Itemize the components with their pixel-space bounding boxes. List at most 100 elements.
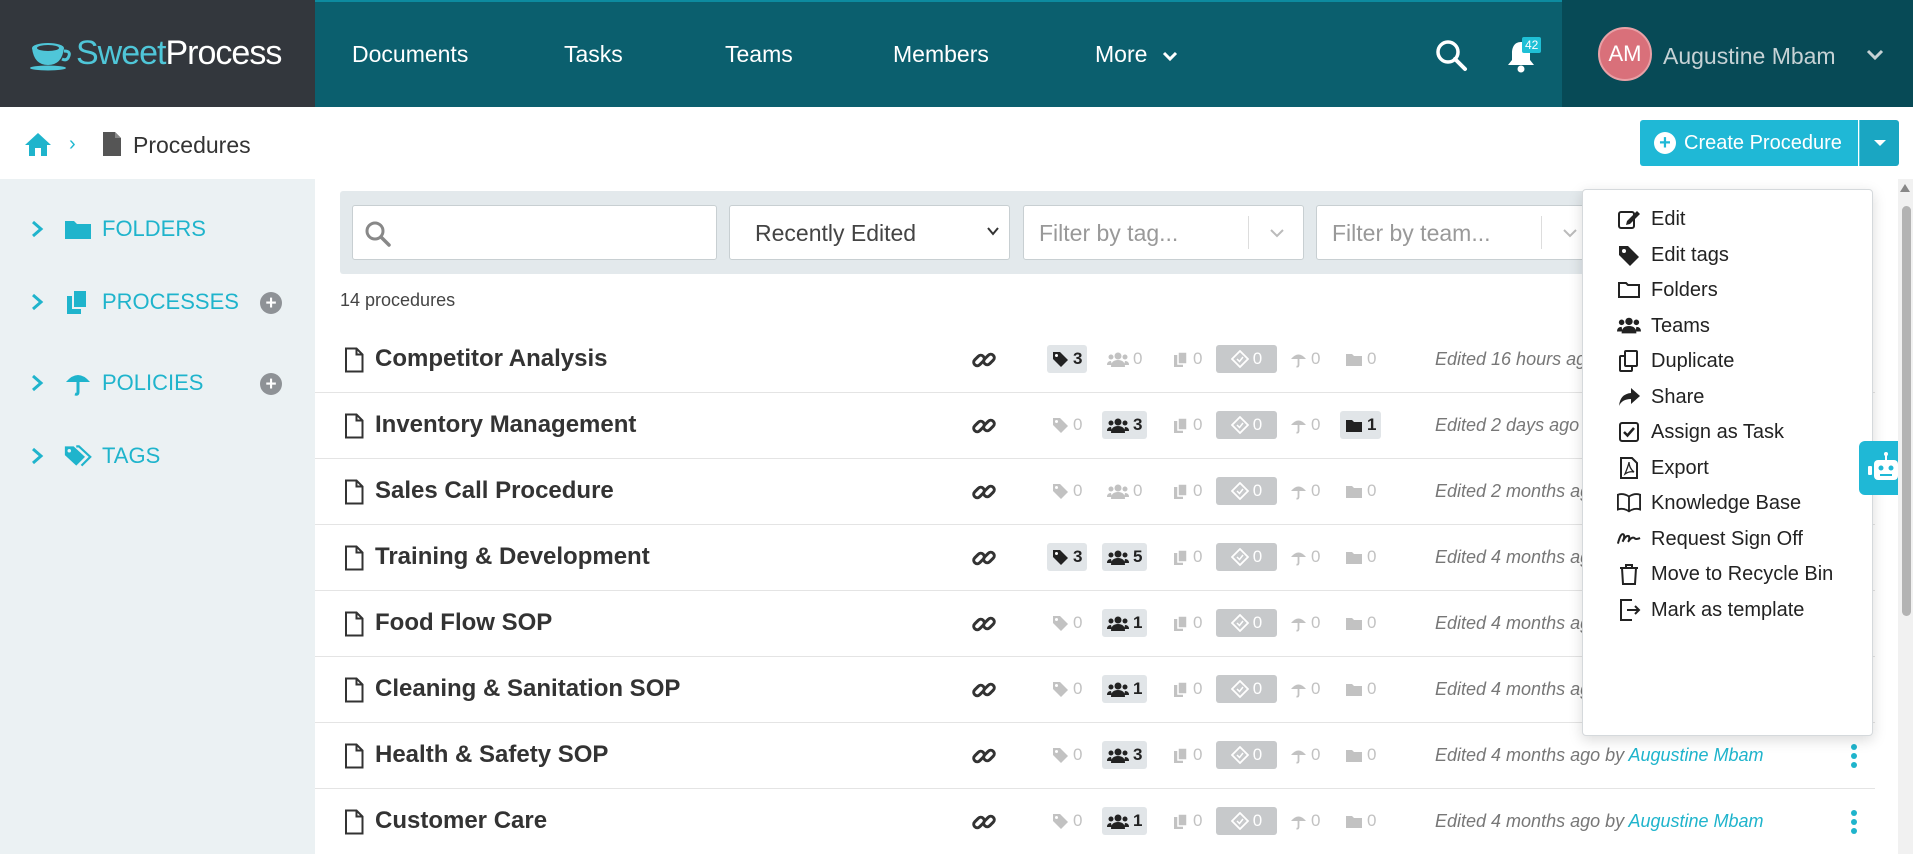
search-icon	[365, 221, 391, 247]
add-process-button[interactable]: +	[260, 292, 282, 314]
menu-item-edit-tags[interactable]: Edit tags	[1619, 240, 1729, 270]
approval-icon	[1230, 548, 1249, 566]
folders-count-badge: 0	[1340, 477, 1381, 505]
teams-count-badge: 0	[1102, 477, 1147, 505]
policies-count-badge: 0	[1285, 477, 1325, 505]
scroll-up-arrow[interactable]	[1900, 184, 1910, 192]
menu-item-teams[interactable]: Teams	[1617, 311, 1710, 341]
folders-count: 1	[1367, 415, 1377, 434]
menu-item-label: Move to Recycle Bin	[1651, 562, 1834, 585]
scrollbar-thumb[interactable]	[1902, 206, 1911, 616]
tags-count: 3	[1073, 349, 1083, 368]
copies-count: 0	[1193, 415, 1203, 434]
create-procedure-button[interactable]: + Create Procedure	[1640, 120, 1858, 166]
sidebar-item-policies[interactable]: POLICIES	[30, 370, 203, 396]
link-icon[interactable]	[970, 413, 998, 439]
copy-icon	[1617, 349, 1641, 373]
more-options-icon[interactable]	[1850, 809, 1858, 835]
sidebar-item-folders[interactable]: FOLDERS	[30, 216, 206, 242]
menu-item-label: Export	[1651, 456, 1709, 479]
procedure-title[interactable]: Sales Call Procedure	[375, 477, 614, 505]
team-filter-select[interactable]: Filter by team...	[1316, 205, 1591, 260]
menu-item-knowledge-base[interactable]: Knowledge Base	[1617, 488, 1801, 518]
document-icon	[345, 479, 364, 505]
umbrella-icon	[1291, 816, 1306, 829]
menu-item-label: Duplicate	[1651, 349, 1735, 372]
search-input[interactable]	[352, 205, 717, 260]
folders-count-badge: 0	[1340, 741, 1381, 769]
copies-count-badge: 0	[1168, 675, 1207, 703]
approvals-count-badge: 0	[1216, 675, 1277, 703]
tags-count: 0	[1073, 481, 1083, 500]
home-icon[interactable]	[24, 131, 52, 157]
document-icon	[103, 132, 121, 156]
policies-count-badge: 0	[1285, 609, 1325, 637]
chevron-right-icon	[32, 293, 44, 311]
users-icon	[1107, 352, 1129, 367]
menu-item-folders[interactable]: Folders	[1618, 275, 1718, 305]
link-icon[interactable]	[970, 611, 998, 637]
approval-icon	[1230, 812, 1249, 830]
menu-item-assign-as-task[interactable]: Assign as Task	[1619, 417, 1784, 447]
create-options-dropdown[interactable]	[1859, 120, 1899, 166]
folders-count-badge: 0	[1340, 543, 1381, 571]
avatar[interactable]: AM	[1598, 27, 1652, 81]
list-item[interactable]: Customer Care 0 1 0 0 0 0 Edited 4 months ago b…	[315, 789, 1875, 854]
policies-count: 0	[1311, 679, 1321, 698]
procedure-title[interactable]: Health & Safety SOP	[375, 741, 608, 769]
search-icon[interactable]	[1434, 38, 1468, 72]
tags-count: 0	[1073, 415, 1083, 434]
menu-item-duplicate[interactable]: Duplicate	[1619, 346, 1735, 376]
menu-item-export[interactable]: Export	[1620, 453, 1709, 483]
approval-icon	[1230, 482, 1249, 500]
nav-teams[interactable]: Teams	[725, 41, 793, 68]
chevron-down-icon[interactable]	[1865, 45, 1885, 65]
editor-link[interactable]: Augustine Mbam	[1628, 745, 1763, 765]
link-icon[interactable]	[970, 677, 998, 703]
procedure-title[interactable]: Inventory Management	[375, 411, 636, 439]
document-icon	[345, 677, 364, 703]
copies-count: 0	[1193, 547, 1203, 566]
nav-tasks[interactable]: Tasks	[564, 41, 623, 68]
copies-count-badge: 0	[1168, 411, 1207, 439]
menu-item-edit[interactable]: Edit	[1618, 204, 1685, 234]
policies-count: 0	[1311, 613, 1321, 632]
copy-icon	[1174, 680, 1188, 697]
policies-count-badge: 0	[1285, 741, 1325, 769]
link-icon[interactable]	[970, 347, 998, 373]
approval-icon	[1230, 416, 1249, 434]
more-options-icon[interactable]	[1850, 743, 1858, 769]
procedure-title[interactable]: Customer Care	[375, 807, 547, 835]
checkbox-icon	[1617, 420, 1641, 444]
sidebar-item-tags[interactable]: TAGS	[30, 443, 160, 469]
nav-members[interactable]: Members	[893, 41, 989, 68]
brand-logo[interactable]: Sweet Process	[0, 0, 315, 107]
add-policy-button[interactable]: +	[260, 373, 282, 395]
link-icon[interactable]	[970, 743, 998, 769]
menu-item-share[interactable]: Share	[1619, 382, 1704, 412]
procedure-title[interactable]: Training & Development	[375, 543, 650, 571]
nav-documents[interactable]: Documents	[352, 41, 468, 68]
policies-count-badge: 0	[1285, 411, 1325, 439]
sidebar-item-processes[interactable]: PROCESSES	[30, 289, 239, 315]
copies-count: 0	[1193, 481, 1203, 500]
link-icon[interactable]	[970, 479, 998, 505]
user-name[interactable]: Augustine Mbam	[1663, 43, 1836, 70]
nav-more[interactable]: More	[1095, 41, 1178, 68]
tags-count-badge: 3	[1047, 345, 1088, 373]
copies-count: 0	[1193, 349, 1203, 368]
procedure-title[interactable]: Cleaning & Sanitation SOP	[375, 675, 680, 703]
menu-item-request-sign-off[interactable]: Request Sign Off	[1616, 524, 1803, 554]
link-icon[interactable]	[970, 809, 998, 835]
procedure-title[interactable]: Food Flow SOP	[375, 609, 552, 637]
editor-link[interactable]: Augustine Mbam	[1628, 811, 1763, 831]
menu-item-move-to-recycle-bin[interactable]: Move to Recycle Bin	[1620, 559, 1834, 589]
sort-select[interactable]: Recently Edited	[729, 205, 1010, 260]
tag-filter-select[interactable]: Filter by tag...	[1023, 205, 1304, 260]
menu-item-mark-as-template[interactable]: Mark as template	[1620, 595, 1804, 625]
link-icon[interactable]	[970, 545, 998, 571]
procedure-count: 14 procedures	[340, 290, 456, 310]
folders-count-badge: 1	[1340, 411, 1382, 439]
divider	[1248, 216, 1249, 249]
procedure-title[interactable]: Competitor Analysis	[375, 345, 608, 373]
